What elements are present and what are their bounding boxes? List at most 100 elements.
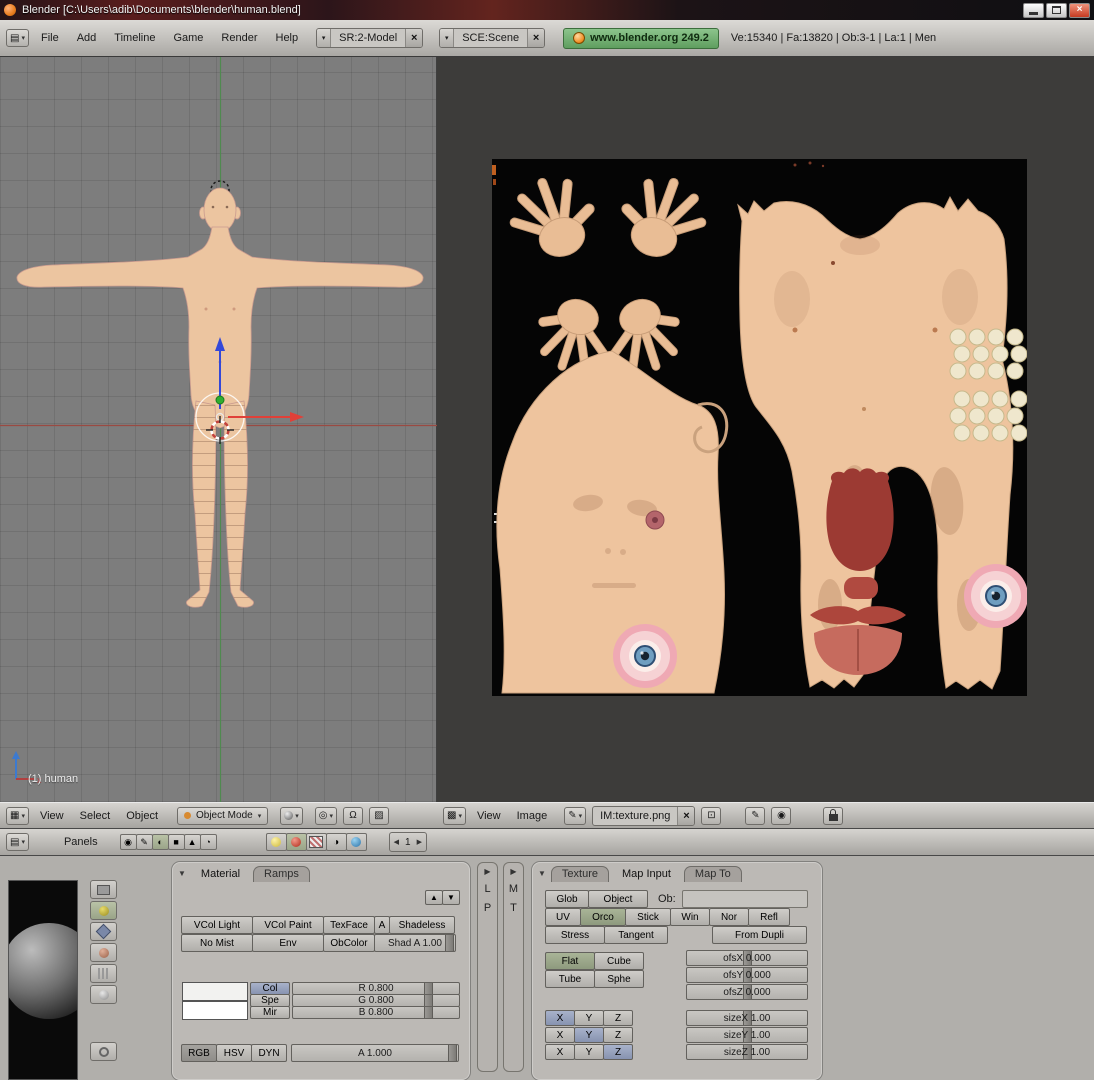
stress-toggle[interactable]: Stress — [545, 926, 605, 944]
scene-context-button[interactable]: ◔ — [200, 834, 217, 850]
uv-image-editor[interactable] — [437, 57, 1094, 802]
frame-number-value[interactable]: 1 — [405, 837, 411, 848]
close-button[interactable]: × — [1069, 3, 1090, 18]
obcolor-toggle[interactable]: ObColor — [323, 934, 375, 952]
preview-hair-button[interactable] — [90, 964, 117, 983]
tab-ramps[interactable]: Ramps — [253, 866, 310, 882]
y-axis-handle[interactable] — [216, 396, 224, 404]
preview-monkey-button[interactable] — [90, 943, 117, 962]
browse-icon[interactable]: ▾ — [440, 29, 454, 47]
viewport-menu-view[interactable]: View — [35, 809, 69, 823]
menu-render[interactable]: Render — [215, 30, 263, 46]
collapse-arrow-icon[interactable]: ▼ — [178, 869, 186, 878]
preview-sphere-button[interactable] — [90, 901, 117, 920]
menu-timeline[interactable]: Timeline — [108, 30, 161, 46]
texture-image[interactable] — [492, 159, 1027, 696]
z-axis-row1-button[interactable]: Z — [603, 1010, 633, 1026]
lamp-buttons-button[interactable] — [266, 833, 287, 851]
mir-channel-button[interactable]: Mir — [250, 1006, 290, 1019]
refl-toggle[interactable]: Refl — [748, 908, 790, 926]
screen-selector[interactable]: ▾ SR:2-Model × — [316, 28, 423, 48]
sizez-slider[interactable]: sizeZ 1.00 — [686, 1044, 808, 1060]
win-toggle[interactable]: Win — [670, 908, 710, 926]
y-axis-row2-button[interactable]: Y — [574, 1027, 604, 1043]
menu-help[interactable]: Help — [270, 30, 305, 46]
stick-toggle[interactable]: Stick — [625, 908, 671, 926]
image-paint-button[interactable]: ✎ — [745, 807, 765, 825]
tube-projection-button[interactable]: Tube — [545, 970, 595, 988]
radiosity-buttons-button[interactable]: ◑ — [326, 833, 347, 851]
image-browse-dropdown[interactable]: ✎▾ — [564, 807, 586, 825]
ob-name-field[interactable] — [682, 890, 808, 908]
x-axis-row1-button[interactable]: X — [545, 1010, 575, 1026]
texface-toggle[interactable]: TexFace — [323, 916, 375, 934]
paste-material-button[interactable]: ▼ — [442, 890, 460, 905]
uv-menu-view[interactable]: View — [472, 809, 506, 823]
preview-sky-button[interactable] — [90, 1042, 117, 1061]
image-name-field[interactable]: IM:texture.png × — [592, 806, 695, 826]
script-context-button[interactable]: ✎ — [136, 834, 153, 850]
snap-magnet-button[interactable]: Ω — [343, 807, 363, 825]
editor-type-menu[interactable]: ▩▾ — [443, 807, 466, 825]
nor-toggle[interactable]: Nor — [709, 908, 749, 926]
viewport-menu-select[interactable]: Select — [75, 809, 116, 823]
tab-map-input[interactable]: Map Input — [612, 867, 681, 882]
diffuse-color-swatch[interactable] — [182, 982, 248, 1001]
viewport-menu-object[interactable]: Object — [121, 809, 163, 823]
screen-delete-button[interactable]: × — [405, 29, 422, 47]
tangent-toggle[interactable]: Tangent — [604, 926, 668, 944]
frame-number-stepper[interactable]: ◀ 1 ▶ — [389, 832, 427, 852]
x-axis-row3-button[interactable]: X — [545, 1044, 575, 1060]
preview-cube-button[interactable] — [90, 922, 117, 941]
x-axis-handle[interactable] — [290, 412, 304, 422]
x-axis-row2-button[interactable]: X — [545, 1027, 575, 1043]
pack-image-button[interactable]: ⊡ — [701, 807, 721, 825]
y-axis-row3-button[interactable]: Y — [574, 1044, 604, 1060]
image-name-value[interactable]: IM:texture.png — [593, 810, 677, 822]
flat-projection-button[interactable]: Flat — [545, 952, 595, 970]
uv-menu-image[interactable]: Image — [512, 809, 553, 823]
vcol-light-toggle[interactable]: VCol Light — [181, 916, 253, 934]
cube-projection-button[interactable]: Cube — [594, 952, 644, 970]
frame-increment-icon[interactable]: ▶ — [417, 838, 422, 846]
draw-type-dropdown[interactable]: ▾ — [280, 807, 303, 825]
shadeless-toggle[interactable]: Shadeless — [389, 916, 455, 934]
copy-material-button[interactable]: ▲ — [425, 890, 443, 905]
update-lock-button[interactable] — [823, 807, 843, 825]
tab-texture[interactable]: Texture — [551, 866, 609, 882]
material-buttons-button[interactable] — [286, 833, 307, 851]
window-type-menu[interactable]: ▤▾ — [6, 29, 29, 47]
tab-material[interactable]: Material — [191, 867, 250, 882]
render-preview-button[interactable]: ▨ — [369, 807, 389, 825]
menu-add[interactable]: Add — [71, 30, 103, 46]
blender-org-button[interactable]: www.blender.org 249.2 — [563, 28, 719, 49]
ofsz-slider[interactable]: ofsZ 0.000 — [686, 984, 808, 1000]
scene-delete-button[interactable]: × — [527, 29, 544, 47]
expand-arrow-icon[interactable]: ▶ — [510, 867, 516, 876]
uv-toggle[interactable]: UV — [545, 908, 581, 926]
minimize-button[interactable] — [1023, 3, 1044, 18]
texture-buttons-button[interactable] — [306, 833, 327, 851]
specular-color-swatch[interactable] — [182, 1001, 248, 1020]
sphere-projection-button[interactable]: Sphe — [594, 970, 644, 988]
ofsy-slider[interactable]: ofsY 0.000 — [686, 967, 808, 983]
expand-arrow-icon[interactable]: ▶ — [484, 867, 490, 876]
y-axis-row1-button[interactable]: Y — [574, 1010, 604, 1026]
scene-selector-value[interactable]: SCE:Scene — [454, 32, 527, 44]
sizex-slider[interactable]: sizeX 1.00 — [686, 1010, 808, 1026]
orco-toggle[interactable]: Orco — [580, 908, 626, 926]
editing-context-button[interactable]: ▲ — [184, 834, 201, 850]
titlebar[interactable]: Blender [C:\Users\adib\Documents\blender… — [0, 0, 1094, 20]
blue-slider[interactable]: B 0.800 — [292, 1006, 460, 1019]
menu-game[interactable]: Game — [167, 30, 209, 46]
logic-context-button[interactable]: ◉ — [120, 834, 137, 850]
menu-file[interactable]: File — [35, 30, 65, 46]
preview-flat-button[interactable] — [90, 880, 117, 899]
scene-selector[interactable]: ▾ SCE:Scene × — [439, 28, 545, 48]
dyn-mode-button[interactable]: DYN — [251, 1044, 287, 1062]
object-context-button[interactable]: ■ — [168, 834, 185, 850]
editor-type-menu[interactable]: ▤▾ — [6, 833, 29, 851]
z-axis-row2-button[interactable]: Z — [603, 1027, 633, 1043]
unlink-image-button[interactable]: × — [677, 807, 694, 825]
sizey-slider[interactable]: sizeY 1.00 — [686, 1027, 808, 1043]
